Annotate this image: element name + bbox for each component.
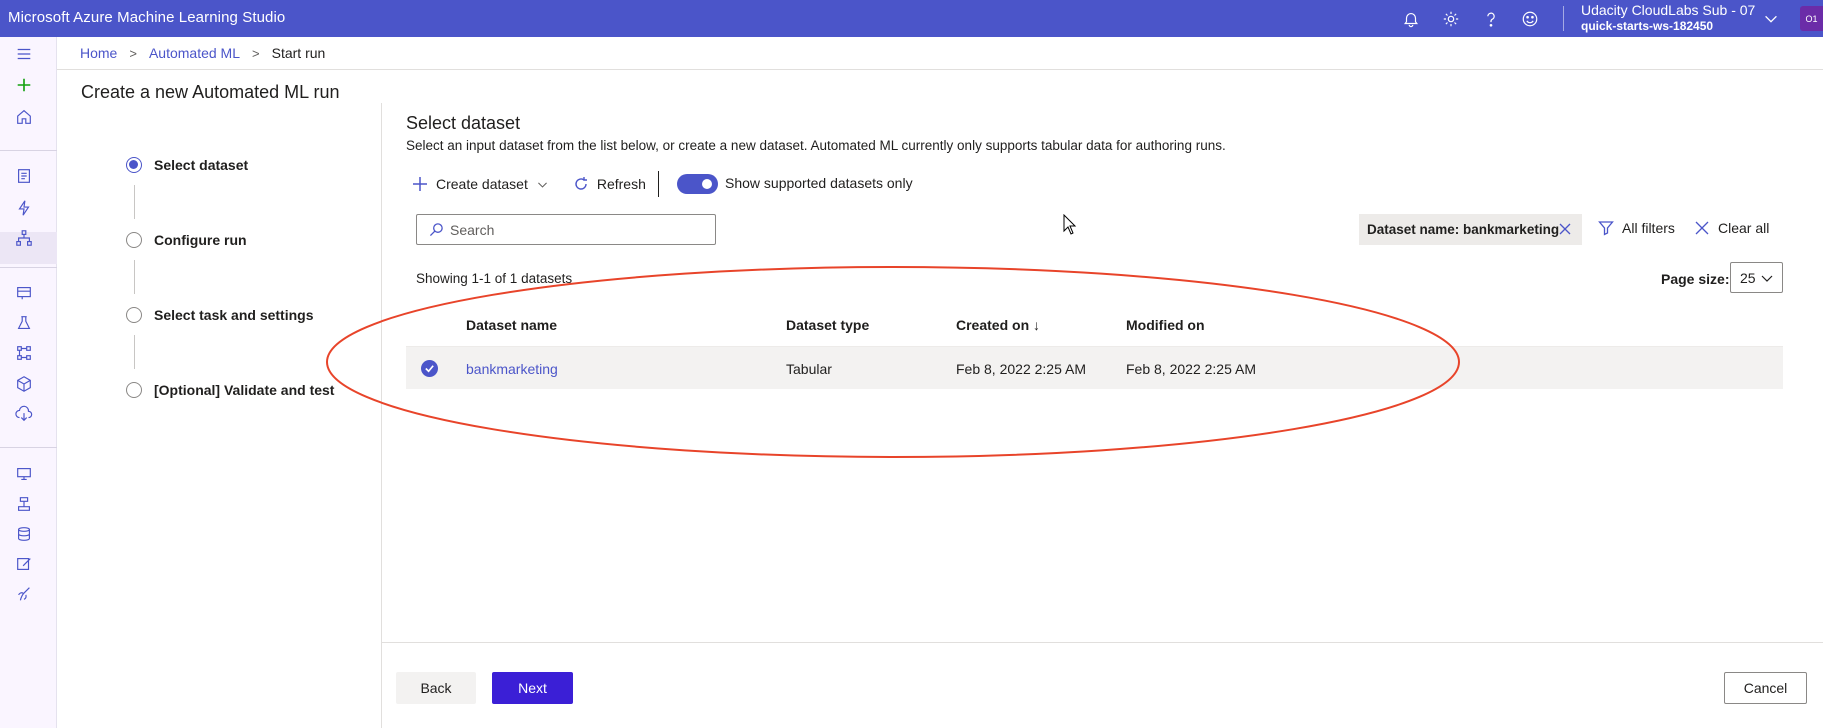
breadcrumb-home[interactable]: Home <box>80 45 117 61</box>
page-size-value: 25 <box>1740 269 1756 286</box>
back-button[interactable]: Back <box>396 672 476 704</box>
cancel-button[interactable]: Cancel <box>1724 672 1807 704</box>
clear-all-label: Clear all <box>1718 220 1770 236</box>
gear-icon[interactable] <box>1440 8 1462 30</box>
search-box[interactable] <box>416 214 716 245</box>
search-input[interactable] <box>450 221 700 238</box>
step-configure-run[interactable]: Configure run <box>126 232 247 248</box>
annotation-ellipse <box>326 266 1460 458</box>
chevron-down-icon[interactable] <box>1762 10 1780 28</box>
step-indicator <box>126 307 142 323</box>
step-label: [Optional] Validate and test <box>154 382 335 398</box>
page-title: Create a new Automated ML run <box>81 82 340 102</box>
chevron-right-icon: > <box>252 45 260 61</box>
filter-pill[interactable]: Dataset name: bankmarketing <box>1359 214 1582 245</box>
workspace-name[interactable]: quick-starts-ws-182450 <box>1581 19 1713 33</box>
all-filters-button[interactable]: All filters <box>1598 220 1675 236</box>
endpoints-icon[interactable] <box>12 402 36 426</box>
step-label: Select task and settings <box>154 307 314 323</box>
designer-icon[interactable] <box>12 226 36 250</box>
app-title[interactable]: Microsoft Azure Machine Learning Studio <box>8 9 285 26</box>
step-label: Configure run <box>154 232 247 248</box>
avatar[interactable]: O1 <box>1800 6 1823 31</box>
supported-datasets-toggle[interactable] <box>677 174 718 194</box>
pipelines-icon[interactable] <box>12 341 36 365</box>
subscription-name[interactable]: Udacity CloudLabs Sub - 07 <box>1581 2 1755 18</box>
labeling-icon[interactable] <box>12 552 36 576</box>
menu-icon[interactable] <box>12 42 36 66</box>
command-bar: Create dataset Refresh <box>412 172 646 196</box>
chevron-right-icon: > <box>129 45 137 61</box>
filter-pill-label: Dataset name: bankmarketing <box>1367 222 1560 237</box>
close-icon[interactable] <box>1558 222 1572 236</box>
rail-divider <box>0 447 57 448</box>
page-size-select[interactable]: 25 <box>1730 262 1783 293</box>
step-select-task[interactable]: Select task and settings <box>126 307 314 323</box>
chevron-down-icon <box>537 182 547 188</box>
smiley-icon[interactable] <box>1519 8 1541 30</box>
step-active-indicator <box>126 157 142 173</box>
left-rail <box>0 37 57 728</box>
plus-icon[interactable] <box>12 73 36 97</box>
jobs-icon[interactable] <box>12 311 36 335</box>
linked-services-icon[interactable] <box>12 582 36 606</box>
step-indicator <box>126 232 142 248</box>
top-bar: Microsoft Azure Machine Learning Studio … <box>0 0 1823 37</box>
section-title: Select dataset <box>406 113 521 133</box>
toolbar-separator <box>658 171 659 197</box>
all-filters-label: All filters <box>1622 220 1675 236</box>
create-dataset-button[interactable]: Create dataset <box>412 176 557 192</box>
next-button[interactable]: Next <box>492 672 573 704</box>
clear-all-button[interactable]: Clear all <box>1694 220 1769 236</box>
step-select-dataset[interactable]: Select dataset <box>126 157 248 173</box>
breadcrumb-automl[interactable]: Automated ML <box>149 45 240 61</box>
account-separator <box>1563 6 1564 31</box>
chevron-down-icon <box>1761 275 1773 282</box>
models-icon[interactable] <box>12 372 36 396</box>
refresh-label: Refresh <box>596 176 646 192</box>
create-dataset-label: Create dataset <box>436 176 528 192</box>
close-icon <box>1695 221 1709 235</box>
search-icon <box>429 223 443 237</box>
environments-icon[interactable] <box>12 492 36 516</box>
step-connector <box>134 260 135 294</box>
rail-divider <box>0 267 57 268</box>
toggle-label: Show supported datasets only <box>725 175 913 191</box>
rail-divider <box>0 150 57 151</box>
datastores-icon[interactable] <box>12 522 36 546</box>
step-validate-test[interactable]: [Optional] Validate and test <box>126 382 334 398</box>
refresh-button[interactable]: Refresh <box>573 176 646 192</box>
page-size-label: Page size: <box>1661 271 1730 287</box>
step-indicator <box>126 382 142 398</box>
compute-icon[interactable] <box>12 462 36 486</box>
step-connector <box>134 185 135 219</box>
footer-divider <box>381 642 1823 643</box>
plus-icon <box>413 177 427 191</box>
mouse-cursor-icon <box>1063 214 1077 235</box>
step-label: Select dataset <box>154 157 249 173</box>
notebook-icon[interactable] <box>12 164 36 188</box>
home-icon[interactable] <box>12 105 36 129</box>
breadcrumb: Home > Automated ML > Start run <box>80 45 325 61</box>
step-connector <box>134 335 135 369</box>
refresh-icon <box>575 177 587 190</box>
automl-icon[interactable] <box>12 196 36 220</box>
data-icon[interactable] <box>12 281 36 305</box>
breadcrumb-current: Start run <box>271 45 326 61</box>
section-description: Select an input dataset from the list be… <box>406 138 1226 153</box>
header-divider <box>57 69 1823 70</box>
help-icon[interactable] <box>1480 8 1502 30</box>
bell-icon[interactable] <box>1400 8 1422 30</box>
filter-icon <box>1598 221 1614 236</box>
